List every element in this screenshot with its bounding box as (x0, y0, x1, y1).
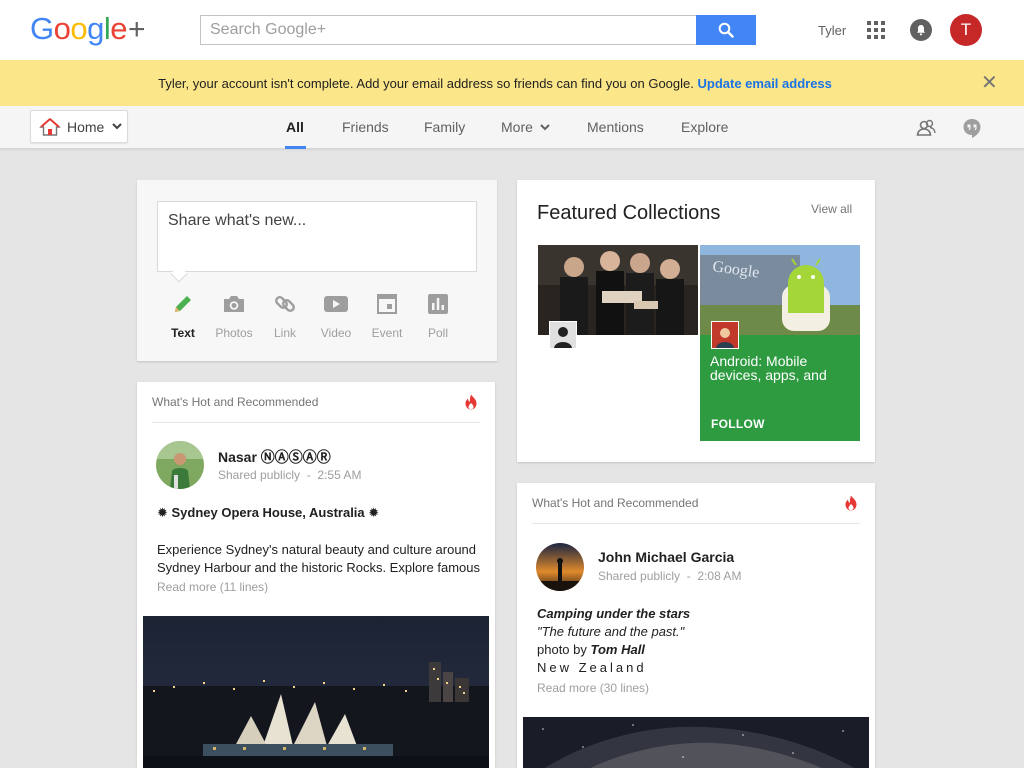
collection-body-android: Android: Mobile devices, apps, and FOLLO… (700, 335, 860, 441)
share-input[interactable]: Share what's new... (157, 201, 477, 272)
home-dropdown[interactable]: Home (30, 110, 128, 143)
featured-collections-title: Featured Collections (537, 202, 721, 224)
share-video-label: Video (320, 326, 352, 340)
post-timestamp[interactable]: 2:08 AM (697, 569, 741, 583)
camera-icon (224, 296, 244, 312)
photographer-name: Tom Hall (590, 642, 645, 657)
section-header: What's Hot and Recommended (152, 395, 319, 409)
post-visibility[interactable]: Shared publicly (598, 569, 680, 583)
pencil-icon (175, 296, 191, 312)
featured-collections-card: Featured Collections View all Critical T… (517, 180, 875, 462)
tab-friends[interactable]: Friends (342, 119, 389, 135)
share-event-option[interactable]: Event (365, 291, 409, 340)
post-image-sydney-opera-house[interactable] (143, 616, 489, 768)
chevron-down-icon (540, 123, 550, 130)
tab-all[interactable]: All (286, 119, 304, 135)
chevron-down-icon (112, 123, 123, 130)
share-box-card: Share what's new... Text Photos Link Vid… (137, 180, 497, 361)
share-event-label: Event (371, 326, 403, 340)
close-icon[interactable]: ✕ (981, 73, 998, 93)
collection-card-film[interactable]: Critical Thoughts on Film FOLLOW (538, 245, 698, 441)
section-header: What's Hot and Recommended (532, 496, 699, 510)
home-icon (39, 117, 61, 136)
avatar[interactable] (536, 543, 584, 591)
share-poll-option[interactable]: Poll (416, 291, 460, 340)
video-play-icon (324, 296, 348, 312)
avatar[interactable] (156, 441, 204, 489)
collection-body-film: Critical Thoughts on Film FOLLOW (538, 335, 698, 441)
post-card: What's Hot and Recommended Nasar ⓃⒶⓈⒶⓇ S… (137, 382, 495, 768)
share-link-option[interactable]: Link (263, 291, 307, 340)
post-location: New Zealand (537, 660, 647, 675)
search-icon (718, 22, 734, 38)
share-video-option[interactable]: Video (314, 291, 358, 340)
tab-more-label: More (501, 119, 533, 135)
collection-card-android[interactable]: Google Android: Mobile devices, apps, an… (700, 245, 860, 441)
share-photos-option[interactable]: Photos (212, 291, 256, 340)
post-timestamp[interactable]: 2:55 AM (317, 468, 361, 482)
post-title: Camping under the stars (537, 606, 691, 621)
hangouts-icon[interactable] (961, 117, 983, 139)
tab-explore[interactable]: Explore (681, 119, 728, 135)
people-icon[interactable] (915, 117, 937, 139)
share-poll-label: Poll (427, 326, 448, 340)
view-all-link[interactable]: View all (811, 202, 852, 216)
home-dropdown-label: Home (67, 118, 105, 135)
post-body: Camping under the stars "The future and … (537, 605, 867, 677)
account-incomplete-banner: Tyler, your account isn't complete. Add … (0, 60, 1024, 106)
account-avatar[interactable]: T (950, 14, 982, 46)
follow-button[interactable]: FOLLOW (711, 417, 765, 431)
share-text-label: Text (171, 326, 195, 340)
share-photos-label: Photos (215, 326, 253, 340)
post-visibility[interactable]: Shared publicly (218, 468, 300, 482)
link-icon (275, 296, 295, 312)
user-name-link[interactable]: Tyler (818, 23, 846, 38)
event-calendar-icon (377, 294, 397, 314)
search-input[interactable] (200, 15, 697, 45)
post-author[interactable]: Nasar ⓃⒶⓈⒶⓇ (218, 447, 331, 467)
tab-mentions[interactable]: Mentions (587, 119, 644, 135)
share-text-option[interactable]: Text (161, 291, 205, 340)
notifications-bell-icon[interactable] (910, 19, 932, 41)
post-body: Experience Sydney's natural beauty and c… (157, 542, 480, 575)
stream-navbar: Home All Friends Family More Mentions Ex… (0, 106, 1024, 149)
collection-name: Critical Thoughts on Film (548, 353, 673, 383)
collection-owner-avatar[interactable] (711, 321, 739, 349)
share-link-label: Link (273, 326, 296, 340)
top-header: Google+ Tyler T (0, 0, 1024, 60)
post-meta: Shared publicly - 2:55 AM (218, 468, 362, 482)
active-tab-indicator (285, 146, 306, 149)
google-plus-logo[interactable]: Google+ (30, 11, 146, 47)
collection-owner-avatar[interactable] (549, 321, 577, 349)
apps-grid-icon[interactable] (867, 21, 885, 39)
post-author[interactable]: John Michael Garcia (598, 549, 734, 565)
post-title: ✹ Sydney Opera House, Australia ✹ (157, 505, 380, 520)
post-card: What's Hot and Recommended John Michael … (517, 483, 875, 768)
update-email-link[interactable]: Update email address (698, 76, 832, 91)
collection-name: Android: Mobile devices, apps, and (710, 353, 827, 383)
read-more-link[interactable]: Read more (11 lines) (157, 580, 268, 594)
poll-chart-icon (428, 294, 448, 314)
search-button[interactable] (696, 15, 756, 45)
tab-family[interactable]: Family (424, 119, 465, 135)
read-more-link[interactable]: Read more (30 lines) (537, 681, 649, 695)
banner-message: Tyler, your account isn't complete. Add … (158, 76, 694, 91)
post-meta: Shared publicly - 2:08 AM (598, 569, 742, 583)
flame-icon (845, 495, 857, 511)
flame-icon (465, 394, 477, 410)
post-image-night-sky[interactable] (523, 717, 869, 768)
follow-button[interactable]: FOLLOW (549, 417, 603, 431)
search-bar (200, 15, 756, 45)
tab-more[interactable]: More (501, 119, 550, 135)
